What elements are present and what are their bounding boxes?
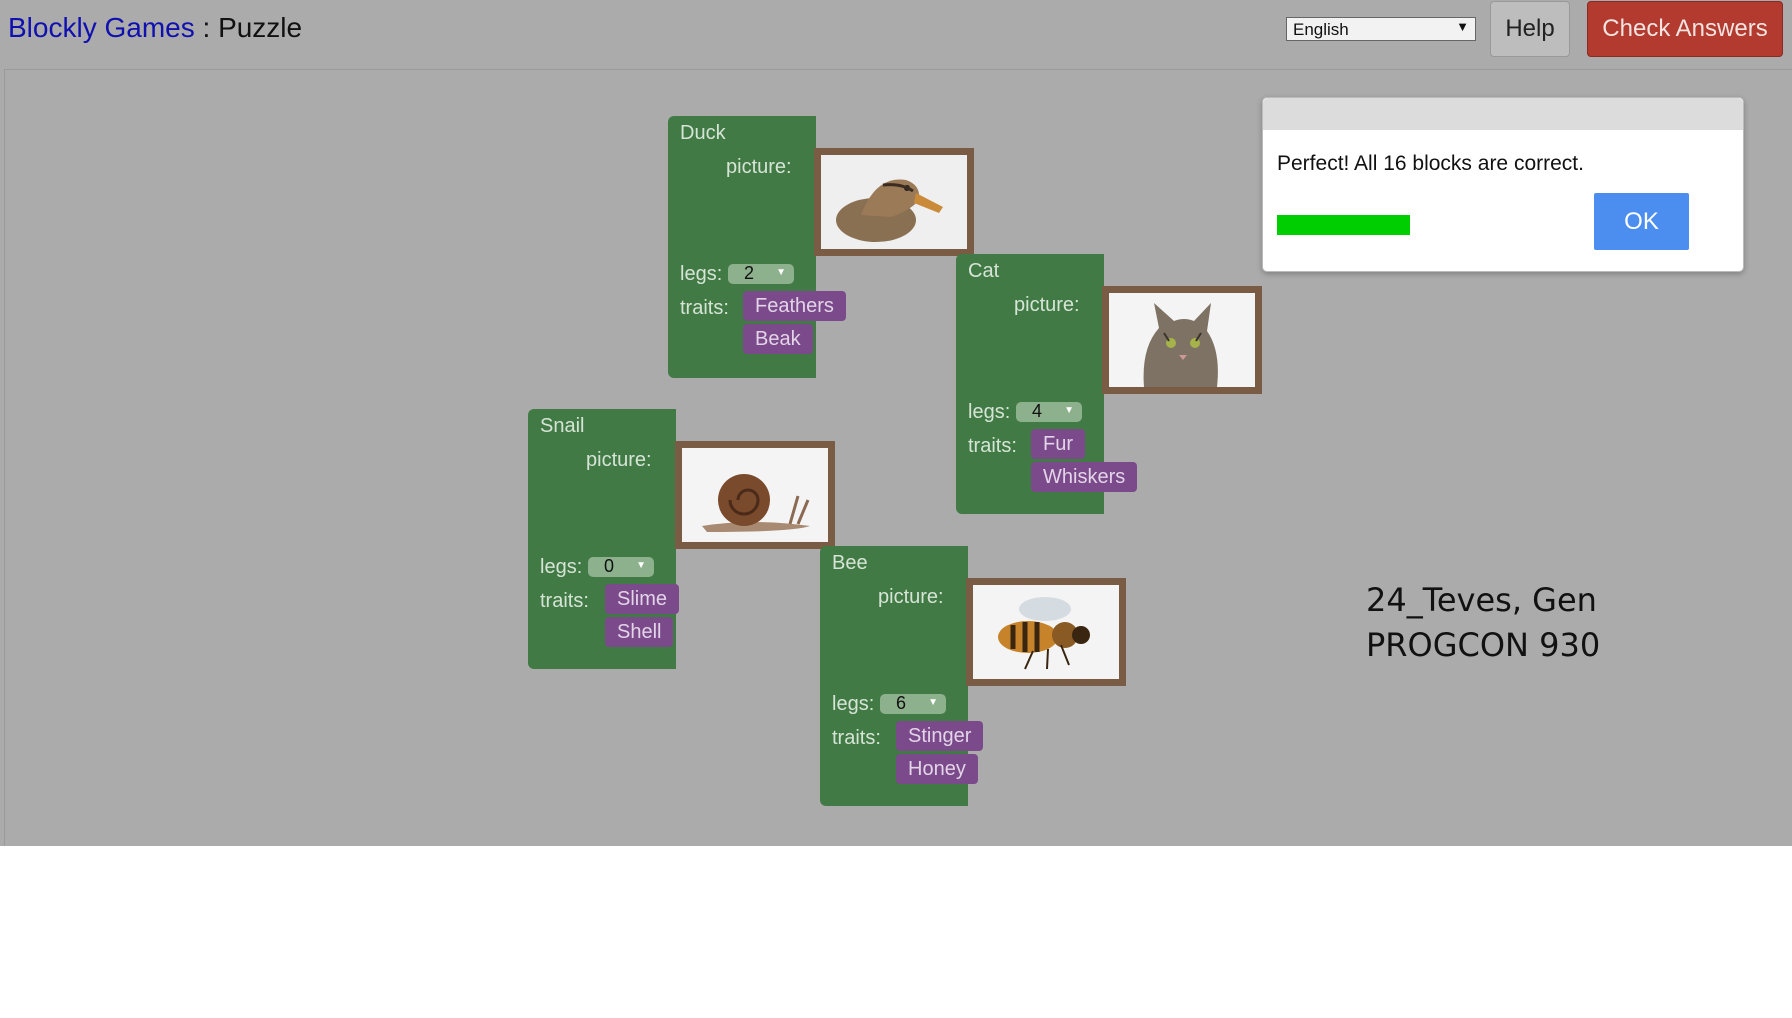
chevron-down-icon: ▼ <box>1064 405 1074 416</box>
legs-label: legs: <box>832 693 875 715</box>
traits-label: traits: <box>680 297 729 319</box>
legs-value: 2 <box>744 263 755 283</box>
legs-dropdown[interactable]: 6 ▼ <box>880 693 946 714</box>
ok-button[interactable]: OK <box>1594 193 1689 250</box>
dialog-title-bar <box>1263 98 1743 130</box>
note-line-2: PROGCON 930 <box>1366 626 1601 664</box>
cat-photo <box>1109 293 1255 387</box>
legs-label: legs: <box>680 263 723 285</box>
trait-block[interactable]: Fur <box>1031 429 1085 459</box>
legs-label: legs: <box>968 401 1011 423</box>
legs-dropdown[interactable]: 2 ▼ <box>728 263 794 284</box>
chevron-down-icon: ▼ <box>776 267 786 278</box>
trait-block[interactable]: Feathers <box>743 291 846 321</box>
picture-label: picture: <box>1014 294 1080 316</box>
animal-name: Snail <box>540 415 585 437</box>
bee-photo <box>973 585 1119 679</box>
traits-label: traits: <box>832 727 881 749</box>
cat-picture-block[interactable] <box>1102 286 1262 394</box>
legs-value: 6 <box>896 693 907 713</box>
animal-name: Cat <box>968 260 1000 282</box>
legs-value: 0 <box>604 556 615 576</box>
check-answers-button[interactable]: Check Answers <box>1587 1 1783 57</box>
note-line-1: 24_Teves, Gen <box>1366 581 1597 619</box>
bee-picture-block[interactable] <box>966 578 1126 686</box>
result-dialog: Perfect! All 16 blocks are correct. OK <box>1262 97 1744 272</box>
legs-label: legs: <box>540 556 583 578</box>
snail-photo-icon <box>682 448 828 542</box>
picture-label: picture: <box>878 586 944 608</box>
score-progress-bar <box>1277 215 1410 235</box>
snail-picture-block[interactable] <box>675 441 835 549</box>
duck-photo <box>821 155 967 249</box>
trait-block[interactable]: Whiskers <box>1031 462 1138 492</box>
trait-block[interactable]: Stinger <box>896 721 984 751</box>
animal-name: Duck <box>680 122 726 144</box>
picture-label: picture: <box>726 156 792 178</box>
blockly-app: Blockly Games : Puzzle English ▼ Help Ch… <box>0 0 1792 846</box>
trait-block[interactable]: Slime <box>605 584 680 614</box>
trait-block[interactable]: Shell <box>605 617 674 647</box>
legs-value: 4 <box>1032 401 1043 421</box>
snail-photo <box>682 448 828 542</box>
trait-block[interactable]: Honey <box>896 754 978 784</box>
chevron-down-icon: ▼ <box>928 697 938 708</box>
duck-photo-icon <box>821 155 967 249</box>
dialog-message: Perfect! All 16 blocks are correct. <box>1277 152 1584 175</box>
legs-dropdown[interactable]: 4 ▼ <box>1016 401 1082 422</box>
student-note: 24_Teves, Gen PROGCON 930 <box>1366 578 1600 668</box>
language-value: English <box>1293 20 1349 39</box>
app-link[interactable]: Blockly Games <box>8 12 195 43</box>
duck-picture-block[interactable] <box>814 148 974 256</box>
trait-block[interactable]: Beak <box>743 324 813 354</box>
traits-label: traits: <box>540 590 589 612</box>
picture-label: picture: <box>586 449 652 471</box>
chevron-down-icon: ▼ <box>636 560 646 571</box>
help-button[interactable]: Help <box>1490 1 1570 57</box>
legs-dropdown[interactable]: 0 ▼ <box>588 556 654 577</box>
cat-photo-icon <box>1109 293 1255 387</box>
traits-label: traits: <box>968 435 1017 457</box>
title-separator: : <box>194 12 219 43</box>
dropdown-arrow-icon: ▼ <box>1456 19 1469 34</box>
animal-name: Bee <box>832 552 868 574</box>
language-select[interactable]: English ▼ <box>1286 17 1476 41</box>
page-name: Puzzle <box>218 12 303 43</box>
page-title: Blockly Games : Puzzle <box>8 12 302 44</box>
bee-photo-icon <box>973 585 1119 679</box>
